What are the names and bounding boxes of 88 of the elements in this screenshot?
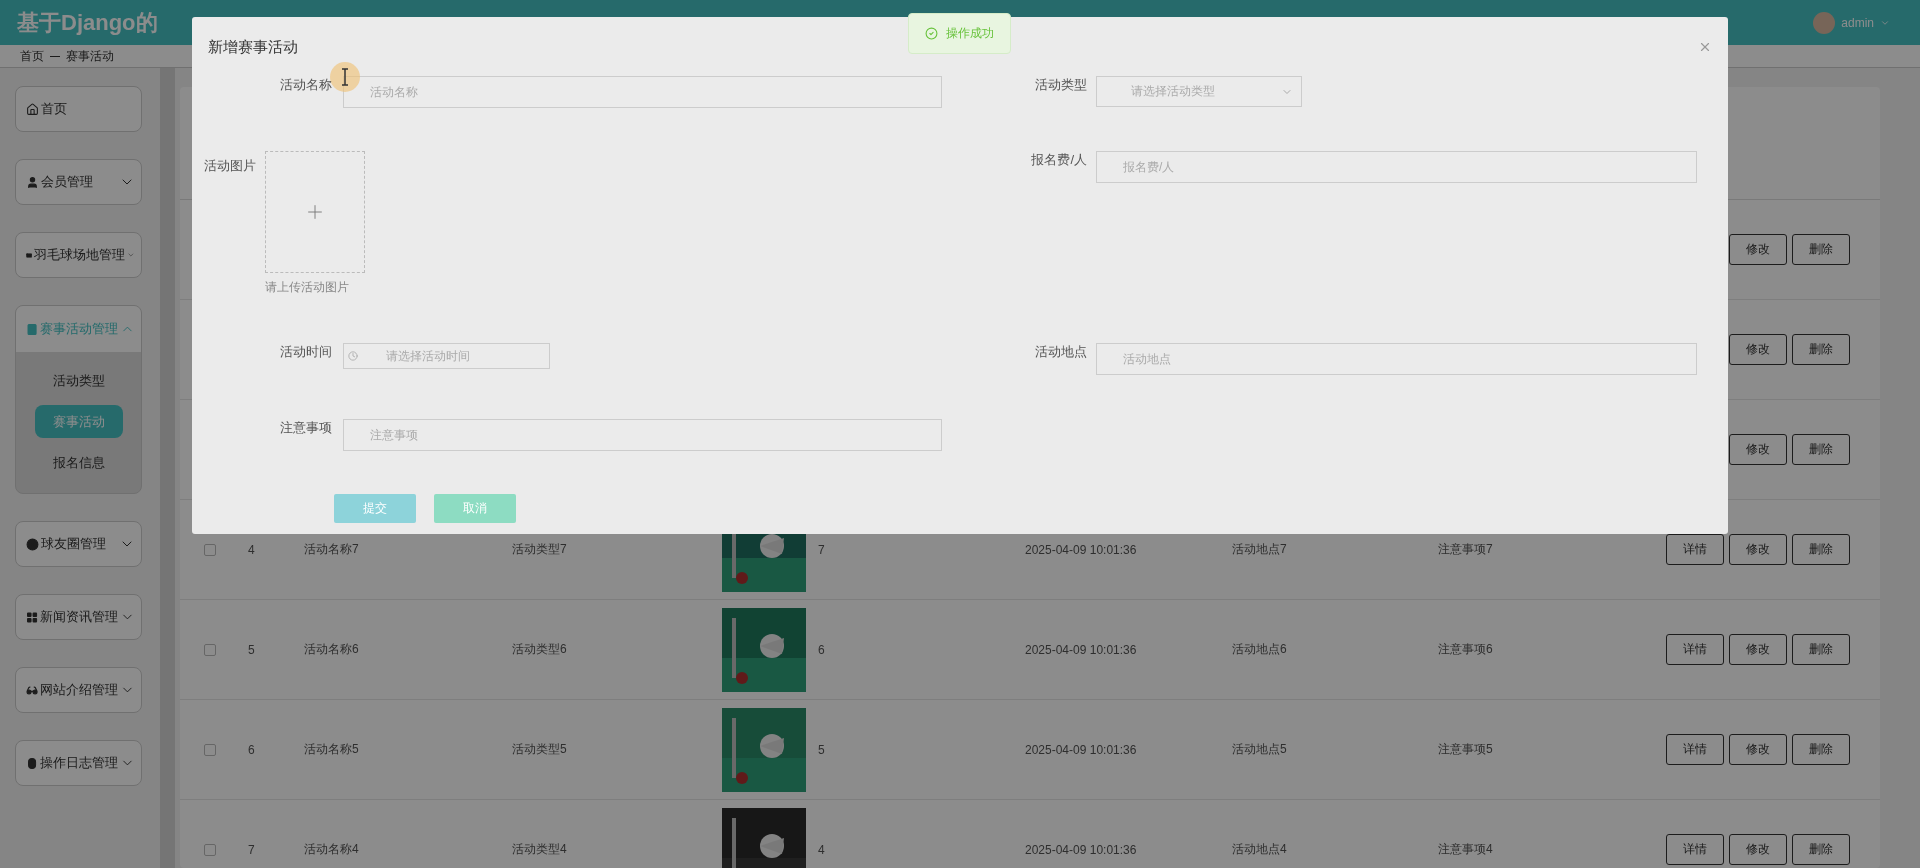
- field-label: 活动图片: [203, 157, 257, 175]
- upload-area[interactable]: [265, 151, 365, 273]
- nav-item[interactable]: 会员管理: [15, 159, 142, 205]
- nav-item[interactable]: 新闻资讯管理: [15, 594, 142, 640]
- table-cell-text: 活动类型5: [511, 741, 568, 758]
- table-cell-text: 7: [817, 542, 826, 557]
- text-field[interactable]: 注意事项: [343, 419, 942, 451]
- nav-item[interactable]: 网站介绍管理: [15, 667, 142, 713]
- nav-item[interactable]: 球友圈管理: [15, 521, 142, 567]
- table-cell-text: 活动类型6: [511, 641, 568, 658]
- text-field[interactable]: 活动名称: [343, 76, 942, 108]
- field-label: 活动类型: [1034, 76, 1088, 94]
- nav-item[interactable]: 首页: [15, 86, 142, 132]
- table-cell-text: 活动地点6: [1231, 641, 1288, 658]
- dialog-title: 新增赛事活动: [208, 37, 298, 57]
- action-button[interactable]: 删除: [1792, 634, 1850, 665]
- row-checkbox[interactable]: [204, 643, 216, 656]
- table-cell-text: 注意事项6: [1437, 641, 1494, 658]
- row-checkbox[interactable]: [204, 843, 216, 856]
- action-button[interactable]: 修改: [1729, 534, 1787, 565]
- table-cell-text: 活动类型4: [511, 841, 568, 858]
- action-button[interactable]: 修改: [1729, 334, 1787, 365]
- upload-hint: 请上传活动图片: [265, 279, 350, 296]
- table-cell-text: 2025-04-09 10:01:36: [1024, 642, 1138, 657]
- field-label: 报名费/人: [1030, 151, 1088, 169]
- table-cell-text: 活动名称4: [303, 841, 360, 858]
- table-cell-text: 活动名称5: [303, 741, 360, 758]
- action-button[interactable]: 删除: [1792, 734, 1850, 765]
- table-cell-text: 2025-04-09 10:01:36: [1024, 542, 1138, 557]
- table-cell-text: 活动名称6: [303, 641, 360, 658]
- action-button[interactable]: 修改: [1729, 834, 1787, 865]
- field-label: 注意事项: [279, 419, 333, 437]
- table-cell-text: 注意事项4: [1437, 841, 1494, 858]
- table-cell-text: 活动类型7: [511, 541, 568, 558]
- text-field[interactable]: 活动地点: [1096, 343, 1697, 375]
- row-checkbox[interactable]: [204, 543, 216, 556]
- home-icon: [26, 102, 39, 116]
- glasses-icon: [26, 683, 39, 697]
- grid-icon: [26, 610, 39, 624]
- table-cell-text: 注意事项5: [1437, 741, 1494, 758]
- table-cell-text: 6: [817, 642, 826, 657]
- breadcrumb-item[interactable]: 赛事活动: [66, 47, 114, 65]
- action-button[interactable]: 修改: [1729, 634, 1787, 665]
- table-cell-text: 5: [247, 642, 256, 657]
- nav-subitem[interactable]: 活动类型: [34, 364, 123, 397]
- action-button[interactable]: 删除: [1792, 834, 1850, 865]
- toast-message: 操作成功: [946, 25, 994, 42]
- table-cell-text: 4: [247, 542, 256, 557]
- avatar[interactable]: [1813, 11, 1836, 34]
- disc-icon: [26, 537, 39, 551]
- clock-icon: [348, 351, 358, 361]
- action-button[interactable]: 修改: [1729, 434, 1787, 465]
- user-icon: [26, 175, 39, 189]
- calculator-icon: [26, 322, 39, 336]
- table-cell-text: 6: [247, 742, 256, 757]
- action-button[interactable]: 删除: [1792, 534, 1850, 565]
- action-button[interactable]: 删除: [1792, 334, 1850, 365]
- action-button[interactable]: 修改: [1729, 734, 1787, 765]
- table-cell-text: 5: [817, 742, 826, 757]
- table-cell-text: 活动地点5: [1231, 741, 1288, 758]
- table-cell-text: 7: [247, 842, 256, 857]
- action-button[interactable]: 详情: [1666, 634, 1724, 665]
- action-button[interactable]: 删除: [1792, 434, 1850, 465]
- nav-item[interactable]: 羽毛球场地管理: [15, 232, 142, 278]
- action-button[interactable]: 删除: [1792, 234, 1850, 265]
- table-cell-text: 活动地点7: [1231, 541, 1288, 558]
- nav-subitem[interactable]: 报名信息: [34, 446, 123, 479]
- close-icon[interactable]: [1698, 40, 1712, 54]
- table-cell-text: 2025-04-09 10:01:36: [1024, 842, 1138, 857]
- action-button[interactable]: 详情: [1666, 534, 1724, 565]
- action-button[interactable]: 详情: [1666, 834, 1724, 865]
- table-cell-text: 注意事项7: [1437, 541, 1494, 558]
- field-label: 活动名称: [279, 76, 333, 94]
- nav-item[interactable]: 操作日志管理: [15, 740, 142, 786]
- field-label: 活动时间: [279, 343, 333, 361]
- field-label: 活动地点: [1034, 343, 1088, 361]
- action-button[interactable]: 修改: [1729, 234, 1787, 265]
- action-button[interactable]: 详情: [1666, 734, 1724, 765]
- text-field[interactable]: 报名费/人: [1096, 151, 1697, 183]
- row-checkbox[interactable]: [204, 743, 216, 756]
- table-cell-text: 4: [817, 842, 826, 857]
- breadcrumb-item[interactable]: 首页: [20, 47, 44, 65]
- table-cell-text: 活动地点4: [1231, 841, 1288, 858]
- mouse-icon: [26, 756, 39, 770]
- table-cell-text: 活动名称7: [303, 541, 360, 558]
- table-cell-text: 2025-04-09 10:01:36: [1024, 742, 1138, 757]
- app-title: 基于Django的: [17, 8, 158, 37]
- check-icon: [925, 27, 938, 40]
